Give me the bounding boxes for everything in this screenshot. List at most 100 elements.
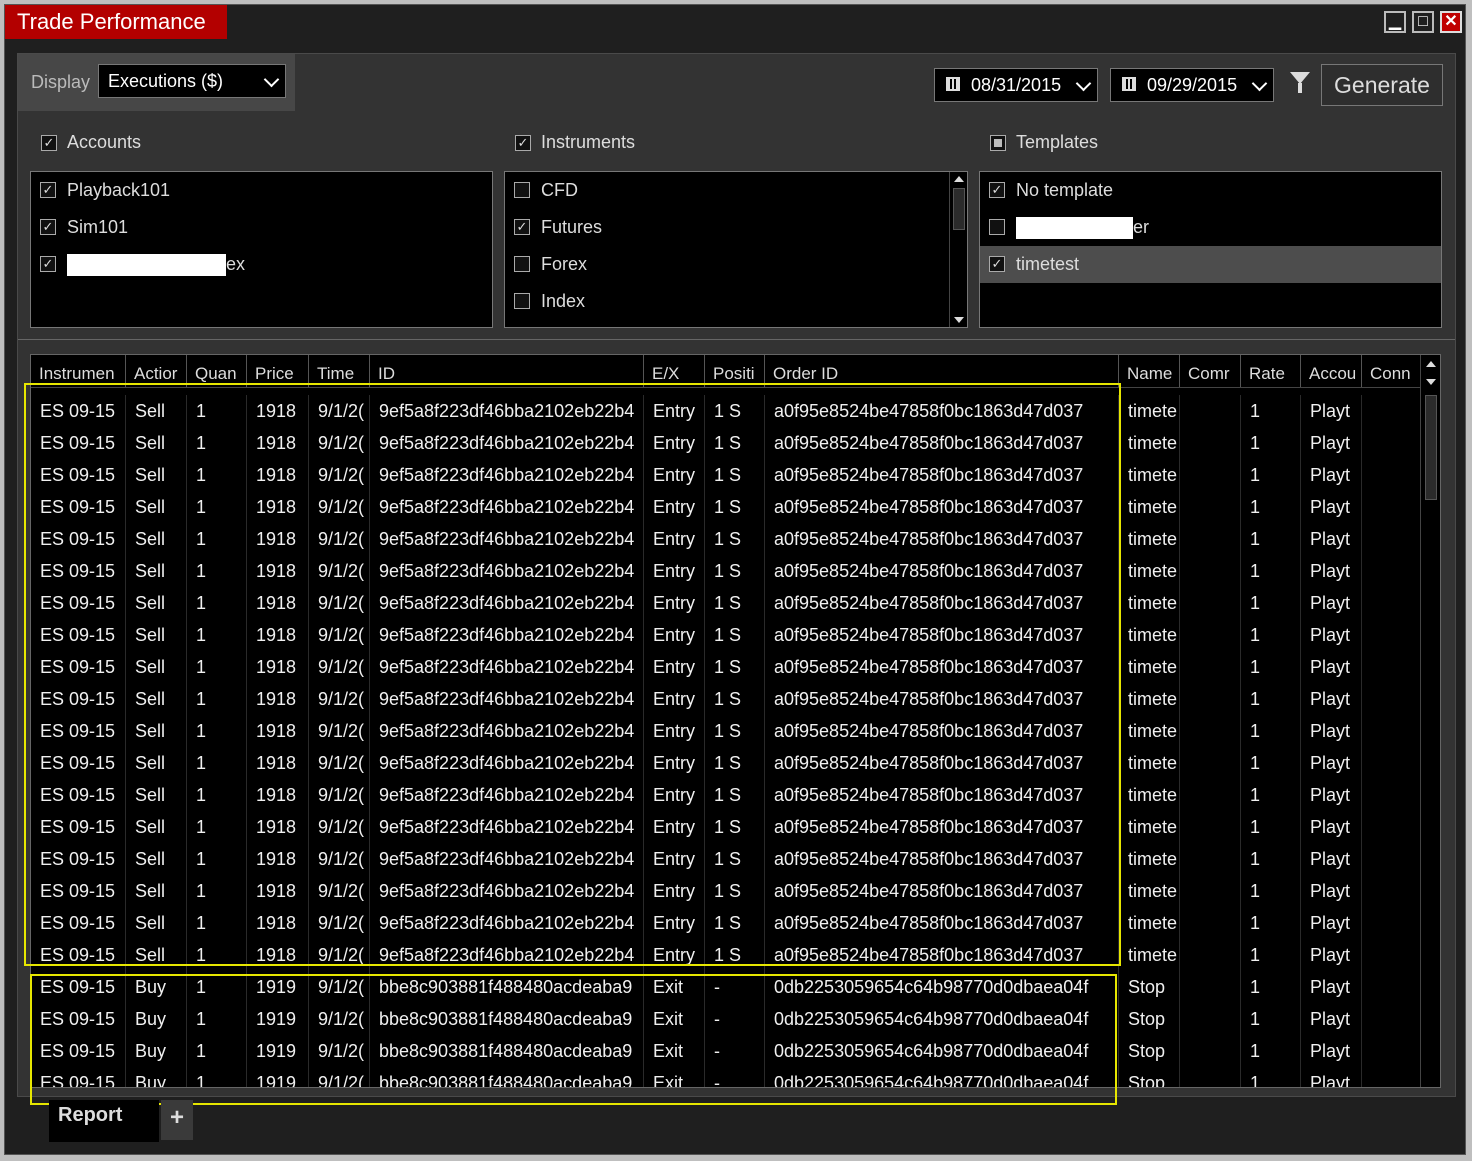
cell-connection — [1362, 1003, 1422, 1035]
instruments-list: CFD ✓ Futures Forex Index — [504, 171, 968, 328]
template-label-redacted: er — [1016, 217, 1149, 240]
date-to-picker[interactable]: 09/29/2015 — [1110, 68, 1274, 102]
cell-commission — [1180, 683, 1241, 715]
templates-list-item[interactable]: er — [980, 209, 1441, 246]
accounts-select-all-checkbox[interactable]: ✓ — [41, 135, 57, 151]
maximize-button[interactable]: □ — [1412, 11, 1434, 33]
checkbox[interactable] — [514, 256, 530, 272]
cell-rate: 1 — [1241, 907, 1301, 939]
add-tab-button[interactable]: + — [161, 1100, 193, 1140]
cell-rate: 1 — [1241, 1035, 1301, 1067]
cell-name: Stop — [1119, 971, 1180, 1003]
accounts-label: Accounts — [67, 132, 142, 152]
cell-rate: 1 — [1241, 811, 1301, 843]
cell-rate: 1 — [1241, 619, 1301, 651]
checkbox[interactable]: ✓ — [989, 256, 1005, 272]
instruments-list-item[interactable]: Forex — [505, 246, 967, 283]
date-from-picker[interactable]: 08/31/2015 — [934, 68, 1098, 102]
grid-scrollbar[interactable] — [1420, 355, 1440, 1087]
cell-commission — [1180, 939, 1241, 971]
generate-button[interactable]: Generate — [1321, 64, 1443, 106]
cell-name: Stop — [1119, 1067, 1180, 1087]
templates-list-item-selected[interactable]: ✓ timetest — [980, 246, 1441, 283]
cell-rate: 1 — [1241, 875, 1301, 907]
accounts-list-item[interactable]: ✓ Sim101 — [31, 209, 492, 246]
cell-account: Playt — [1301, 523, 1362, 555]
calendar-icon — [1122, 77, 1136, 91]
instrument-label: Forex — [541, 254, 588, 274]
cell-rate: 1 — [1241, 1003, 1301, 1035]
cell-rate: 1 — [1241, 459, 1301, 491]
cell-connection — [1362, 843, 1422, 875]
title-bar[interactable]: Trade Performance ▁ □ ✕ — [5, 5, 1465, 39]
instruments-list-item[interactable]: ✓ Futures — [505, 209, 967, 246]
cell-account: Playt — [1301, 939, 1362, 971]
checkbox[interactable]: ✓ — [40, 182, 56, 198]
accounts-list-item[interactable]: ✓ ex — [31, 246, 492, 283]
redaction-block — [1016, 217, 1133, 240]
close-button[interactable]: ✕ — [1440, 11, 1462, 33]
date-to-value: 09/29/2015 — [1147, 75, 1238, 95]
instrument-label: Index — [541, 291, 586, 311]
cell-connection — [1362, 1067, 1422, 1087]
cell-connection — [1362, 715, 1422, 747]
column-header-rate[interactable]: Rate — [1241, 355, 1301, 387]
cell-rate: 1 — [1241, 971, 1301, 1003]
chevron-down-icon — [1251, 75, 1268, 92]
highlight-exit-rows — [30, 974, 1117, 1105]
checkbox[interactable] — [989, 219, 1005, 235]
cell-commission — [1180, 491, 1241, 523]
checkbox[interactable]: ✓ — [40, 256, 56, 272]
scroll-thumb[interactable] — [953, 188, 965, 230]
instruments-list-item[interactable]: CFD — [505, 172, 967, 209]
tab-report[interactable]: Report — [49, 1100, 159, 1142]
templates-list-item[interactable]: ✓ No template — [980, 172, 1441, 209]
column-header-commission[interactable]: Comr — [1180, 355, 1241, 387]
cell-account: Playt — [1301, 491, 1362, 523]
templates-select-all-checkbox[interactable] — [990, 135, 1006, 151]
minimize-button[interactable]: ▁ — [1384, 11, 1406, 33]
cell-rate: 1 — [1241, 683, 1301, 715]
cell-commission — [1180, 971, 1241, 1003]
checkbox[interactable]: ✓ — [40, 219, 56, 235]
cell-name: timete — [1119, 427, 1180, 459]
checkbox[interactable]: ✓ — [514, 219, 530, 235]
cell-account: Playt — [1301, 459, 1362, 491]
chevron-down-icon — [263, 71, 280, 88]
cell-connection — [1362, 491, 1422, 523]
cell-account: Playt — [1301, 907, 1362, 939]
display-selector-area: Display Executions ($) — [18, 54, 295, 111]
template-label: No template — [1016, 180, 1114, 200]
cell-rate: 1 — [1241, 939, 1301, 971]
scroll-up-icon[interactable] — [954, 176, 964, 182]
scroll-down-icon[interactable] — [954, 317, 964, 323]
instruments-scrollbar[interactable] — [949, 172, 967, 327]
cell-account: Playt — [1301, 683, 1362, 715]
instruments-list-item[interactable]: Index — [505, 283, 967, 320]
cell-rate: 1 — [1241, 843, 1301, 875]
checkbox[interactable] — [514, 293, 530, 309]
cell-rate: 1 — [1241, 555, 1301, 587]
scroll-thumb[interactable] — [1425, 395, 1437, 500]
scroll-down-icon[interactable] — [1426, 379, 1436, 385]
cell-commission — [1180, 747, 1241, 779]
accounts-list-item[interactable]: ✓ Playback101 — [31, 172, 492, 209]
column-header-connection[interactable]: Conn — [1362, 355, 1422, 387]
column-header-name[interactable]: Name — [1119, 355, 1180, 387]
cell-rate: 1 — [1241, 1067, 1301, 1087]
checkbox[interactable]: ✓ — [989, 182, 1005, 198]
instruments-select-all-checkbox[interactable]: ✓ — [515, 135, 531, 151]
cell-commission — [1180, 843, 1241, 875]
column-header-account[interactable]: Accou — [1301, 355, 1362, 387]
checkbox[interactable] — [514, 182, 530, 198]
cell-name: Stop — [1119, 1003, 1180, 1035]
scroll-up-icon[interactable] — [1426, 361, 1436, 367]
cell-account: Playt — [1301, 1067, 1362, 1087]
cell-connection — [1362, 779, 1422, 811]
instrument-label: Futures — [541, 217, 603, 237]
cell-name: timete — [1119, 875, 1180, 907]
window-title: Trade Performance — [5, 5, 227, 39]
cell-name: timete — [1119, 811, 1180, 843]
display-dropdown[interactable]: Executions ($) — [98, 64, 286, 98]
cell-connection — [1362, 395, 1422, 427]
